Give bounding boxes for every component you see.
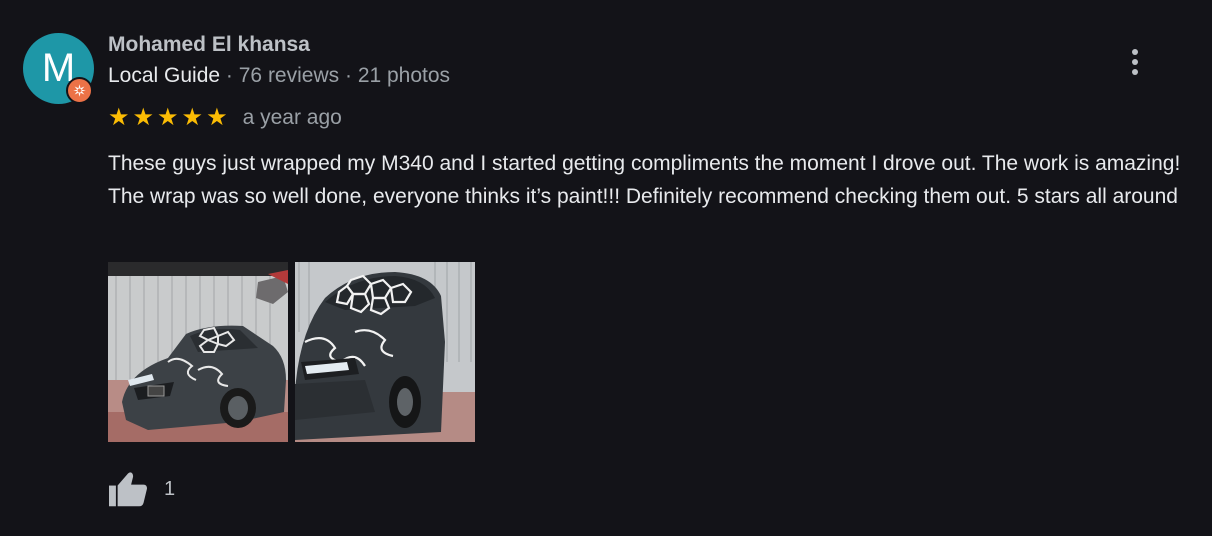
review-count: 76 reviews xyxy=(238,64,340,87)
star-icon: ★ xyxy=(108,104,130,131)
more-options-button[interactable] xyxy=(1118,44,1152,80)
star-rating: ★ ★ ★ ★ ★ xyxy=(108,105,228,131)
meta-separator: · xyxy=(225,64,239,87)
like-count: 1 xyxy=(164,477,176,500)
review-card: M Mohamed El khansa Local Guide · 76 rev… xyxy=(0,0,1212,536)
like-button[interactable]: 1 xyxy=(106,467,175,511)
photo-count: 21 photos xyxy=(357,64,451,87)
more-vert-icon xyxy=(1132,69,1138,75)
rating-row: ★ ★ ★ ★ ★ a year ago xyxy=(108,105,342,131)
review-photo-2[interactable] xyxy=(295,262,475,442)
star-icon: ★ xyxy=(157,104,179,131)
local-guide-badge-icon xyxy=(66,77,93,104)
review-text: These guys just wrapped my M340 and I st… xyxy=(108,152,1181,208)
author-meta: Local Guide · 76 reviews · 21 photos xyxy=(108,64,450,88)
thumbs-up-icon xyxy=(109,472,147,507)
star-icon: ★ xyxy=(181,104,204,131)
star-icon: ★ xyxy=(132,104,155,131)
meta-separator: · xyxy=(344,64,358,87)
more-vert-icon xyxy=(1132,59,1138,65)
review-photo-1[interactable] xyxy=(108,262,288,442)
more-vert-icon xyxy=(1132,49,1138,55)
local-guide-label: Local Guide xyxy=(108,64,221,87)
star-icon: ★ xyxy=(206,104,228,131)
review-time: a year ago xyxy=(242,106,342,129)
author-name[interactable]: Mohamed El khansa xyxy=(108,33,310,57)
